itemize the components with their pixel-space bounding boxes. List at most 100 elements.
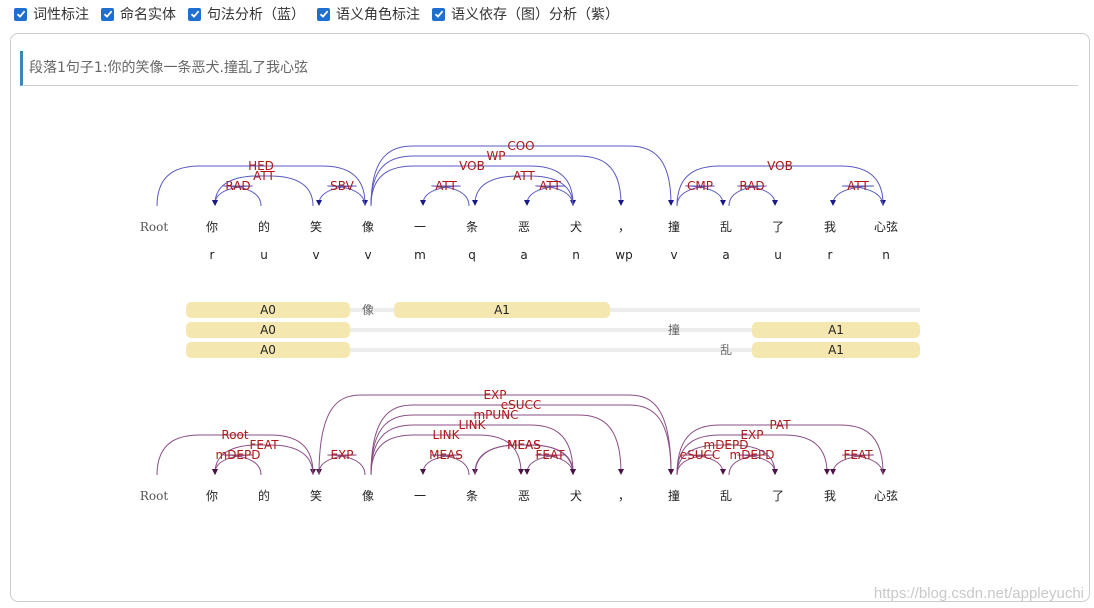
syntax-token: ， [618, 220, 630, 234]
syntax-arc-label: ATT [253, 169, 275, 183]
syntax-arc-label: RAD [739, 179, 764, 193]
semdep-arc-label: MEAS [429, 448, 463, 462]
option-label: 语义角色标注 [336, 7, 420, 23]
semdep-arrowhead [668, 469, 674, 475]
checkbox[interactable] [432, 7, 445, 21]
semdep-token: 像 [362, 489, 374, 503]
pos-tag: n [882, 248, 890, 262]
watermark: https://blog.csdn.net/appleyuchi [873, 585, 1084, 602]
option-1[interactable]: 命名实体 [101, 4, 176, 24]
semdep-arc: EXP [316, 448, 366, 476]
syntax-arrowhead [472, 200, 478, 206]
semdep-arrowhead [524, 469, 530, 475]
semdep-arrowhead [824, 469, 830, 475]
syntax-token: 恶 [518, 220, 530, 234]
option-3[interactable]: 语义角色标注 [317, 4, 420, 24]
semdep-arc-line [370, 414, 622, 476]
role-predicate: 撞 [668, 322, 680, 337]
pos-tag: a [520, 248, 527, 262]
syntax-arrowhead [830, 200, 836, 206]
semdep-arc-label: MEAS [507, 438, 541, 452]
syntax-arrowhead [524, 200, 530, 206]
syntax-arc-label: CMP [687, 179, 713, 193]
syntax-arc: SBV [316, 179, 366, 207]
option-label: 命名实体 [120, 7, 176, 23]
semantic-role-row: 撞 A0 A1 [186, 322, 920, 338]
semdep-arrowhead [518, 469, 524, 475]
syntax-arc-label: VOB [767, 159, 793, 173]
syntax-token: 像 [362, 220, 374, 234]
checkbox[interactable] [101, 7, 114, 21]
role-argument-label: A1 [828, 323, 844, 337]
role-argument-label: A0 [260, 303, 276, 317]
checkbox[interactable] [317, 7, 330, 21]
semdep-arc: mPUNC [370, 408, 624, 476]
semdep-arrowhead [720, 469, 726, 475]
pos-tag: v [364, 248, 371, 262]
syntax-token: 你 [206, 220, 218, 234]
syntax-arc-label: ATT [539, 179, 561, 193]
semdep-arc: eSUCC [370, 398, 674, 476]
semdep-arc: mDEPD [728, 448, 778, 476]
analysis-options-toolbar: 词性标注 命名实体 句法分析（蓝） 语义角色标注 语义依存（图）分析（紫） [14, 4, 619, 24]
syntax-token: 心弦 [874, 219, 898, 234]
semdep-token: 我 [824, 489, 836, 503]
pos-tag: q [468, 248, 476, 262]
checkbox[interactable] [14, 7, 27, 21]
option-label: 语义依存（图）分析（紫） [451, 7, 619, 23]
analysis-visualization: HEDRADATTSBVCOOWPVOBATTATTATT CMP RADVOBAT… [140, 139, 920, 503]
semdep-root-token: Root [140, 489, 168, 503]
pos-tag: r [828, 248, 833, 262]
syntax-token: 笑 [310, 219, 322, 234]
pos-tag: v [312, 248, 319, 262]
role-predicate: 乱 [720, 343, 732, 357]
syntax-token: 乱 [720, 220, 732, 234]
option-2[interactable]: 句法分析（蓝） [188, 4, 305, 24]
syntax-arrowhead [772, 200, 778, 206]
syntax-arc-label: SBV [330, 179, 354, 193]
syntax-arc-label: ATT [435, 179, 457, 193]
sentence-panel: 段落1句子1:你的笑像一条恶犬.撞乱了我心弦 HED RAD ATT SBV COO WP… [10, 33, 1090, 602]
option-label: 句法分析（蓝） [207, 7, 305, 23]
semdep-arc-label: Root [221, 428, 248, 442]
syntax-arc-label: COO [507, 139, 534, 153]
semdep-token: 乱 [720, 489, 732, 503]
syntax-arrowhead [720, 200, 726, 206]
semdep-token: 条 [466, 489, 478, 503]
semdep-token: 一 [414, 489, 426, 503]
pos-tag: u [260, 248, 268, 262]
syntax-arrowhead [618, 200, 624, 206]
pos-tag: v [670, 248, 677, 262]
semdep-arrowhead [830, 469, 836, 475]
syntax-token: 的 [258, 219, 270, 234]
role-argument-label: A0 [260, 323, 276, 337]
semdep-arc-label: mDEPD [216, 448, 261, 462]
syntax-token: 我 [824, 220, 836, 234]
checkbox[interactable] [188, 7, 201, 21]
role-argument-label: A1 [494, 303, 510, 317]
pos-tag: wp [615, 248, 632, 262]
semdep-arc: FEAT [524, 448, 574, 476]
syntax-arc: WP [370, 149, 624, 207]
semdep-arrowhead [212, 469, 218, 475]
syntax-token: 犬 [570, 220, 582, 234]
semdep-arc-label: mDEPD [704, 438, 749, 452]
semdep-arc-label: PAT [769, 418, 791, 432]
semdep-token: 笑 [310, 488, 322, 503]
syntax-arrowhead [316, 200, 322, 206]
semantic-role-row: 像 A0 A1 [186, 302, 920, 318]
pos-tag: u [774, 248, 782, 262]
role-argument-label: A0 [260, 343, 276, 357]
semdep-arc: eSUCC [676, 448, 726, 476]
syntax-arc: ATT [830, 179, 884, 207]
semdep-arc-label: EXP [330, 448, 353, 462]
semdep-arc: mDEPD [212, 448, 262, 476]
role-predicate: 像 [362, 303, 374, 317]
semdep-arrowhead [420, 469, 426, 475]
syntax-token: 撞 [668, 219, 680, 234]
option-4[interactable]: 语义依存（图）分析（紫） [432, 4, 619, 24]
syntax-arc-label: VOB [459, 159, 485, 173]
syntax-arc-label: WP [486, 149, 505, 163]
syntax-token: 条 [466, 220, 478, 234]
option-0[interactable]: 词性标注 [14, 4, 89, 24]
